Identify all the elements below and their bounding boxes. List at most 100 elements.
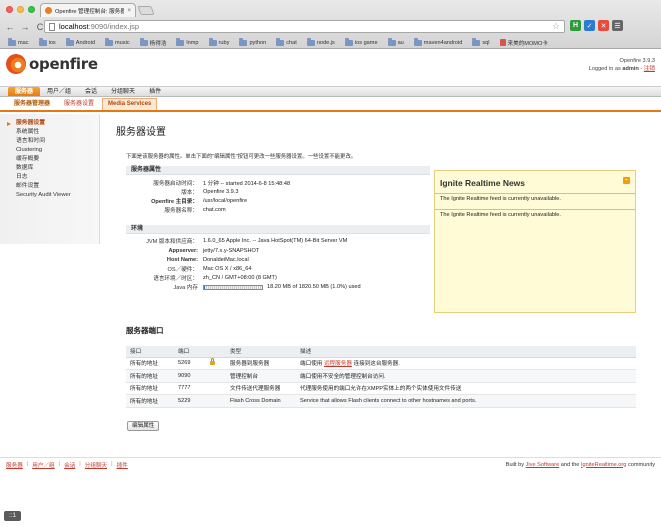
bookmark-item[interactable]: node.js (302, 38, 340, 46)
ports-column-header (206, 346, 226, 358)
property-value: /usr/local/openfire (203, 198, 247, 204)
port-interface: 所有的地址 (126, 382, 174, 396)
sub-nav-item[interactable]: 服务器设置 (58, 98, 100, 110)
footer-separator: | (111, 460, 113, 467)
footer-separator: | (79, 460, 81, 467)
sub-nav-item[interactable]: 服务器管理器 (8, 98, 56, 110)
jive-software-link[interactable]: Jive Software (526, 462, 560, 468)
bookmark-item[interactable]: lnmp (171, 38, 203, 46)
port-description-text: 端口使用 (300, 361, 324, 368)
igniterealtime-link[interactable]: IgniteRealtime.org (581, 462, 626, 468)
property-label: 语言环境／时区： (153, 276, 198, 283)
bookmark-item[interactable]: au (383, 38, 409, 46)
bookmark-label: mac (18, 39, 29, 46)
port-description-text: 连接到这台服务器. (351, 361, 400, 368)
sidebar-item[interactable]: 日志 (0, 173, 99, 182)
bookmark-item[interactable]: ios game (340, 38, 383, 46)
port-security (206, 394, 226, 408)
address-bar[interactable]: localhost:9090/index.jsp ☆ (44, 20, 565, 33)
sidebar-item[interactable]: 系统属性 (0, 128, 99, 137)
rss-icon[interactable]: ⌁ (623, 177, 630, 184)
property-row: 版本： Openfire 3.9.3 (126, 187, 430, 196)
main-nav-item[interactable]: 插件 (142, 87, 168, 96)
folder-icon (472, 38, 481, 46)
back-icon[interactable]: ← (4, 21, 16, 33)
footer-link[interactable]: 插件 (117, 461, 128, 469)
sidebar-item[interactable]: 邮件设置 (0, 182, 99, 191)
main-nav-item[interactable]: 用户／组 (40, 87, 78, 96)
bookmark-item[interactable]: ios (34, 38, 61, 46)
ports-column-header: 端口 (174, 346, 206, 358)
main-nav-item[interactable]: 服务器 (8, 87, 41, 96)
sidebar-item[interactable]: 服务器设置 (0, 119, 99, 128)
bookmark-item[interactable]: sql (467, 38, 494, 46)
bookmark-label: maven4android (423, 39, 463, 46)
bookmark-label: ios (48, 39, 56, 46)
property-value: 18.20 MB of 1820.50 MB (1.0%) used (203, 284, 361, 290)
main-nav-item[interactable]: 会话 (78, 87, 104, 96)
bookmark-item[interactable]: music (100, 38, 135, 46)
port-security (206, 369, 226, 383)
minimize-window-button[interactable] (17, 6, 24, 13)
logo-text: openfire (29, 55, 98, 73)
header-info: Openfire 3.9.3 Logged in as admin - 注销 (589, 57, 655, 73)
footer-separator: | (58, 460, 61, 467)
logout-link[interactable]: 注销 (644, 66, 655, 72)
table-row: 所有的地址 5269 服务器到服务器 端口使用 远程服务器 连接到这台服务器. (126, 357, 636, 371)
sidebar-item[interactable]: Clustering (0, 146, 99, 155)
property-row: 服务器启动时间： 1 分钟 -- started 2014-6-8 15:48:4… (126, 178, 430, 187)
remote-server-link[interactable]: 远程服务器 (324, 361, 352, 367)
bookmarks-bar: mac ios Android music 杨得浩 lnmp ruby python chat n… (0, 36, 661, 49)
ports-column-header: 接口 (126, 346, 174, 358)
property-value-text: Mac OS X / x86_64 (203, 265, 252, 272)
port-number: 9090 (174, 369, 206, 383)
close-window-button[interactable] (6, 6, 13, 13)
port-description: 代理服务使用的端口允许在XMPP实体上的两个实体使用文件传送 (296, 382, 636, 396)
new-tab-button[interactable] (137, 6, 155, 15)
main-nav-item[interactable]: 分组聊天 (104, 87, 142, 96)
bookmark-item[interactable]: chat (271, 38, 302, 46)
environment-header: 环境 (126, 224, 430, 234)
sidebar-item[interactable]: 数据库 (0, 164, 99, 173)
openfire-logo[interactable]: openfire (6, 54, 98, 74)
folder-icon (239, 38, 248, 46)
bookmark-item[interactable]: Android (61, 38, 100, 46)
property-value-text: 18.20 MB of 1820.50 MB (1.0%) used (267, 284, 361, 291)
forward-icon[interactable]: → (19, 21, 31, 33)
sidebar-item[interactable]: Security Audit Viewer (0, 191, 99, 200)
bookmark-item[interactable]: ruby (204, 38, 235, 46)
bookmark-item[interactable]: maven4android (409, 38, 468, 46)
bookmark-star-icon[interactable]: ☆ (552, 21, 560, 32)
footer-link[interactable]: 分组聊天 (85, 461, 107, 469)
sidebar-item[interactable]: 缓存概要 (0, 155, 99, 164)
folder-icon (38, 38, 47, 46)
property-label: Openfire 主目录： (151, 198, 198, 205)
window-controls (6, 6, 35, 13)
property-value: zh_CN / GMT+08:00 (8 GMT) (203, 275, 277, 281)
port-type: 服务器到服务器 (226, 357, 296, 371)
footer-link[interactable]: 服务器 (6, 461, 23, 469)
zoom-window-button[interactable] (28, 6, 35, 13)
property-value-text: Openfire 3.9.3 (203, 188, 239, 195)
bookmark-item[interactable]: python (234, 38, 271, 46)
bookmark-label: 来美的MOMO卡 (507, 40, 548, 47)
extension-h-icon[interactable]: H (570, 20, 581, 31)
tab-close-icon[interactable]: × (127, 8, 131, 14)
sub-nav-item[interactable]: Media Services (102, 98, 158, 110)
bookmark-item[interactable]: 来美的MOMO卡 (495, 39, 553, 47)
property-row: Openfire 主目录： /usr/local/openfire (126, 196, 430, 205)
edit-properties-button[interactable]: 编辑属性 (127, 421, 160, 431)
extension-check-icon[interactable]: ✓ (584, 20, 595, 31)
menu-icon[interactable]: ☰ (612, 20, 623, 31)
port-interface: 所有的地址 (126, 357, 174, 371)
extension-block-icon[interactable]: ✕ (598, 20, 609, 31)
bookmark-item[interactable]: mac (3, 38, 34, 46)
table-row: 所有的地址 5229 Flash Cross Domain Service that … (126, 394, 636, 408)
bookmark-item[interactable]: 杨得浩 (135, 38, 172, 47)
table-row: 所有的地址 9090 管理控制台 端口使用不安全的管理控制台访问. (126, 369, 636, 383)
property-label: Appserver: (168, 247, 198, 254)
sidebar-item[interactable]: 语言和时间 (0, 137, 99, 146)
footer-link[interactable]: 用户／组 (32, 461, 54, 469)
footer-link[interactable]: 会话 (64, 461, 75, 469)
browser-tab[interactable]: Openfire 管理控制台: 服务器设置 × (40, 3, 136, 17)
